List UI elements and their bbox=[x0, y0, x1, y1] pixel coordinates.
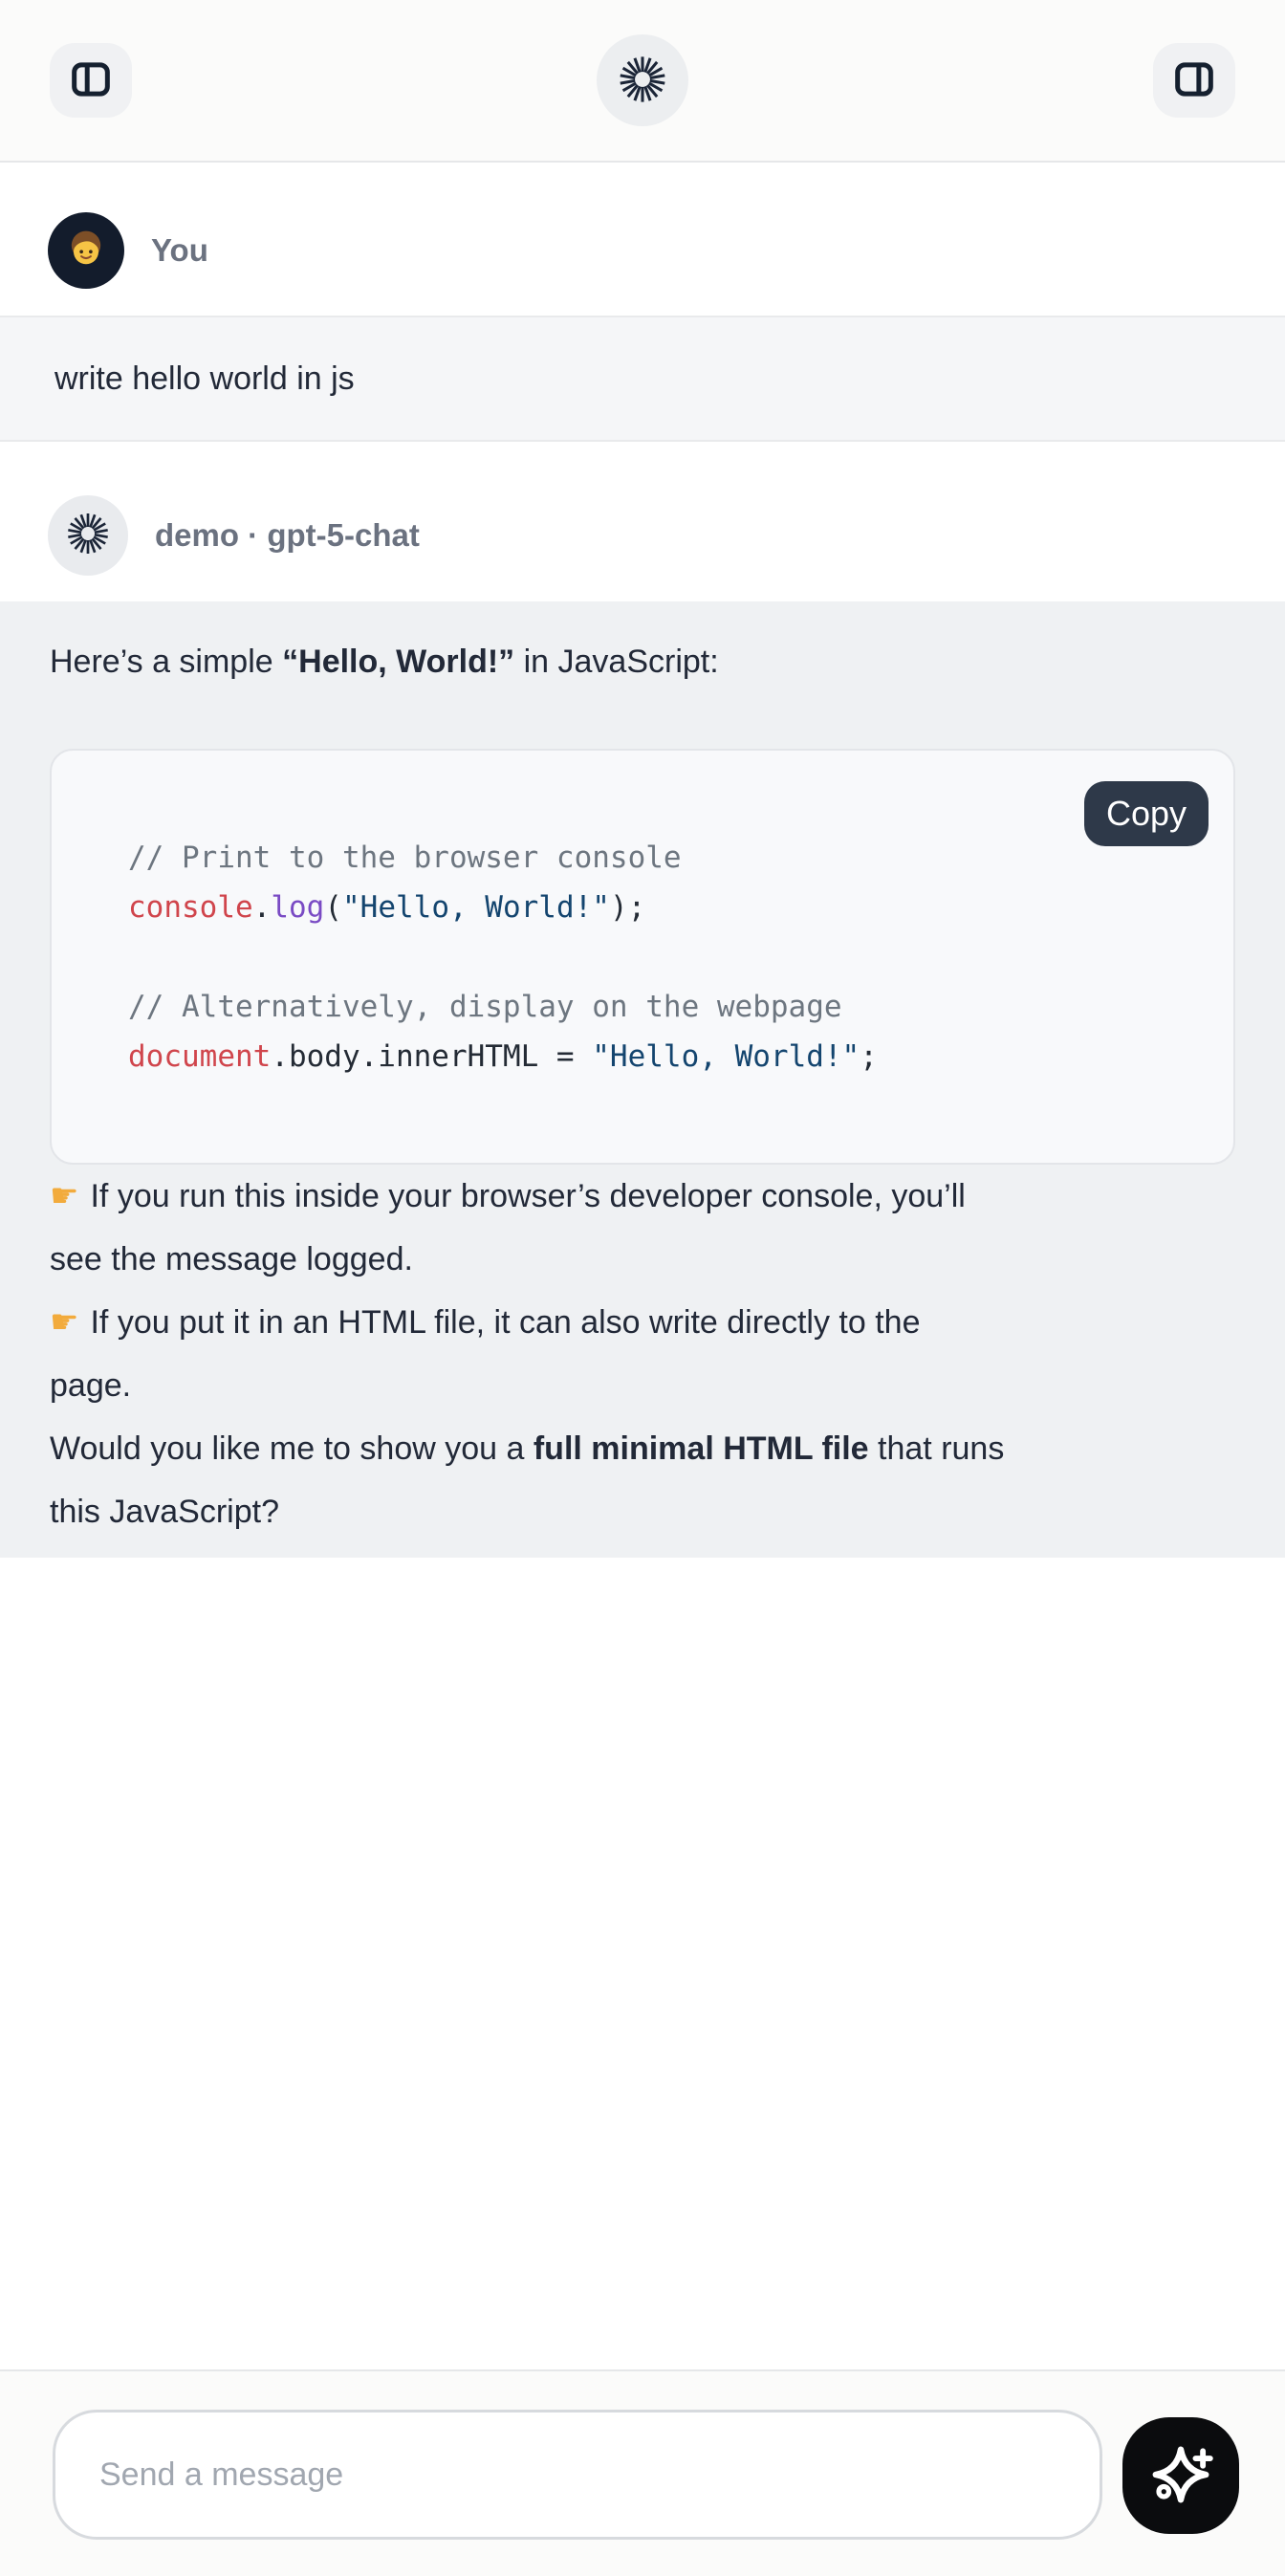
assistant-intro-line: Here’s a simple “Hello, World!” in JavaS… bbox=[50, 630, 1235, 693]
code-token: ( bbox=[324, 890, 342, 925]
assistant-note-1: ☛If you run this inside your browser’s d… bbox=[50, 1165, 1235, 1291]
chat-scroll-area: You write hello world in js bbox=[0, 163, 1285, 2369]
top-bar bbox=[0, 0, 1285, 163]
assistant-note-2: ☛If you put it in an HTML file, it can a… bbox=[50, 1291, 1235, 1417]
message-line: ☛If you put it in an HTML file, it can a… bbox=[50, 1291, 1235, 1354]
sidebar-left-icon bbox=[66, 55, 116, 107]
assistant-message-header: demo · gpt-5-chat bbox=[48, 495, 1285, 576]
code-token: console bbox=[128, 890, 253, 925]
starburst-logo-icon bbox=[617, 54, 668, 108]
code-token: ; bbox=[860, 1039, 878, 1074]
send-button[interactable] bbox=[1122, 2417, 1239, 2534]
person-emoji-icon bbox=[61, 224, 111, 278]
assistant-question: Would you like me to show you a full min… bbox=[50, 1417, 1235, 1543]
code-token: .body.innerHTML = bbox=[271, 1039, 592, 1074]
composer-bar bbox=[0, 2369, 1285, 2576]
sparkle-icon bbox=[1145, 2439, 1216, 2513]
code-token: document bbox=[128, 1039, 271, 1074]
code-line: document.body.innerHTML = "Hello, World!… bbox=[128, 1032, 1195, 1081]
user-avatar bbox=[48, 212, 124, 289]
copy-button[interactable]: Copy bbox=[1084, 781, 1209, 846]
user-sender-label: You bbox=[151, 232, 208, 269]
sidebar-left-toggle-button[interactable] bbox=[50, 43, 132, 118]
message-line: see the message logged. bbox=[50, 1228, 1235, 1291]
user-message: write hello world in js bbox=[0, 316, 1285, 442]
code-token: "Hello, World!" bbox=[342, 890, 610, 925]
code-token: // Print to the browser console bbox=[128, 840, 682, 875]
code-token: "Hello, World!" bbox=[592, 1039, 860, 1074]
assistant-avatar bbox=[48, 495, 128, 576]
sidebar-right-icon bbox=[1169, 55, 1219, 107]
message-line: this JavaScript? bbox=[50, 1480, 1235, 1543]
message-line: page. bbox=[50, 1354, 1235, 1417]
message-line: ☛If you run this inside your browser’s d… bbox=[50, 1165, 1235, 1228]
message-input[interactable] bbox=[53, 2410, 1102, 2540]
assistant-model-label: demo · gpt-5-chat bbox=[155, 517, 420, 554]
assistant-message: Here’s a simple “Hello, World!” in JavaS… bbox=[0, 601, 1285, 1558]
starburst-icon bbox=[65, 511, 111, 561]
pointing-right-emoji: ☛ bbox=[50, 1177, 78, 1215]
code-line: // Alternatively, display on the webpage bbox=[128, 982, 1195, 1032]
code-block: Copy // Print to the browser console cons… bbox=[50, 749, 1235, 1165]
sidebar-right-toggle-button[interactable] bbox=[1153, 43, 1235, 118]
code-token: . bbox=[253, 890, 272, 925]
code-line-blank bbox=[128, 932, 1195, 982]
chat-app-window: You write hello world in js bbox=[0, 0, 1285, 2576]
app-logo-button[interactable] bbox=[597, 34, 688, 126]
code-token: // Alternatively, display on the webpage bbox=[128, 990, 842, 1024]
message-line: Would you like me to show you a full min… bbox=[50, 1417, 1235, 1480]
user-message-header: You bbox=[48, 212, 1285, 289]
code-content: // Print to the browser console console.l… bbox=[52, 751, 1233, 1081]
code-token: log bbox=[271, 890, 324, 925]
user-message-text: write hello world in js bbox=[54, 360, 355, 398]
code-line: console.log("Hello, World!"); bbox=[128, 883, 1195, 932]
code-line: // Print to the browser console bbox=[128, 833, 1195, 883]
pointing-right-emoji: ☛ bbox=[50, 1303, 78, 1342]
code-token: ); bbox=[610, 890, 645, 925]
